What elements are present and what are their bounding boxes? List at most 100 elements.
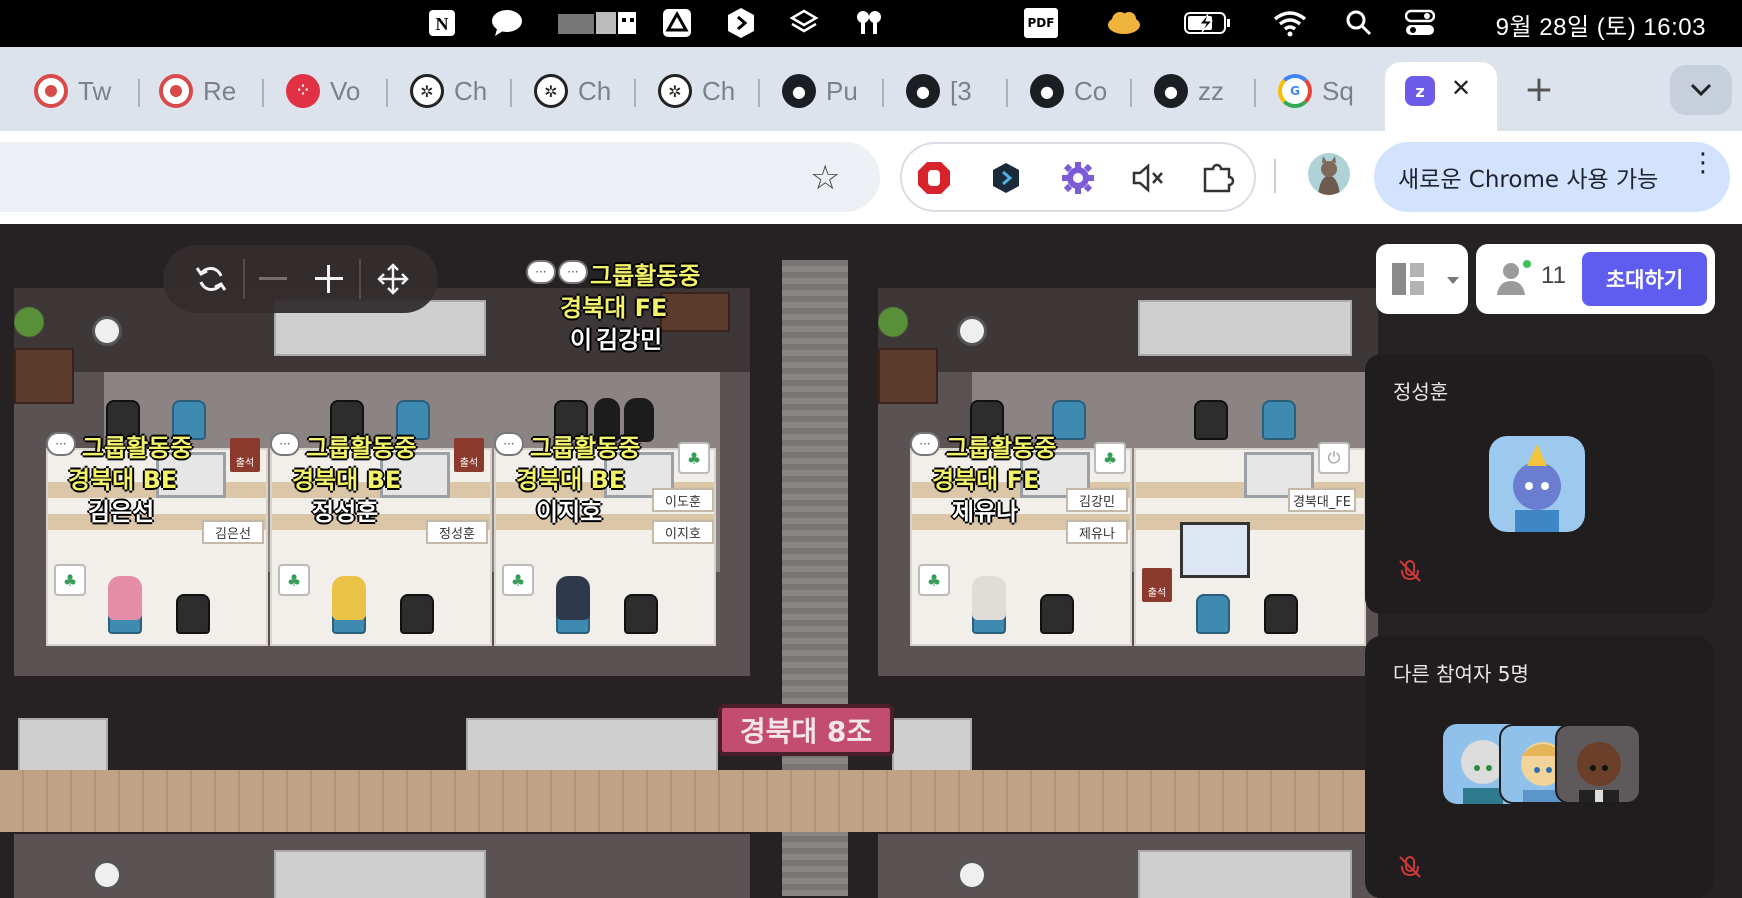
nameplate: 이지호 <box>652 520 714 544</box>
wooden-hallway <box>0 770 1366 832</box>
google-drive-icon[interactable] <box>660 6 694 40</box>
close-tab-icon[interactable]: ✕ <box>1451 74 1471 102</box>
user-status-label: 그룹활동중 <box>82 434 193 462</box>
tab-6[interactable]: ✲ Ch <box>654 65 744 117</box>
command-ext-icon[interactable] <box>986 158 1026 198</box>
user-status-label: 그룹활동중 <box>530 434 641 462</box>
address-bar[interactable]: ☆ <box>0 142 880 212</box>
openai-icon: ✲ <box>658 74 692 108</box>
github-icon: ● <box>906 74 940 108</box>
avatar-lee-jiho[interactable] <box>556 576 590 620</box>
invite-button[interactable]: 초대하기 <box>1582 252 1707 306</box>
puzzle-icon[interactable] <box>1198 158 1238 198</box>
move-icon[interactable] <box>371 257 415 301</box>
plant-icon <box>878 306 908 346</box>
tab-title: Ch <box>454 75 488 106</box>
layers-icon[interactable] <box>787 6 821 40</box>
battery-charging-icon[interactable] <box>1184 6 1232 40</box>
new-tab-button[interactable]: + <box>1520 69 1558 110</box>
command-app-icon[interactable] <box>724 6 758 40</box>
tab-separator <box>138 79 140 107</box>
chat-bubble-icon[interactable] <box>490 6 524 40</box>
attendance-badge[interactable]: 출석 <box>1142 568 1172 602</box>
active-tab[interactable]: z ✕ <box>1385 62 1497 131</box>
tab-7[interactable]: ● Pu <box>778 65 868 117</box>
participants-button[interactable]: 11 초대하기 <box>1476 244 1715 314</box>
user-team-label: 경북대 BE <box>516 466 626 494</box>
nameplate: 김은선 <box>202 520 264 544</box>
attendance-badge[interactable]: 출석 <box>454 438 484 472</box>
tab-title: Co <box>1074 75 1108 106</box>
update-label: 새로운 Chrome 사용 가능 <box>1398 167 1659 193</box>
user-team-label: 경북대 FE <box>932 466 1040 494</box>
gear-ext-icon[interactable] <box>1058 158 1098 198</box>
control-center-icon[interactable] <box>1404 6 1436 40</box>
attendance-badge[interactable]: 출석 <box>230 438 260 472</box>
tab-separator <box>1006 79 1008 107</box>
tab-5[interactable]: ✲ Ch <box>530 65 620 117</box>
bookmark-star-icon[interactable]: ☆ <box>810 158 840 198</box>
nameplate: 이도훈 <box>652 488 714 512</box>
office-chair <box>1194 400 1228 440</box>
metaverse-map[interactable]: 경북대 8조 김은선 정성훈 이도훈 이지호 김강민 제유나 경북대_FE 출석… <box>0 224 1742 898</box>
others-label: 다른 참여자 5명 <box>1393 662 1529 686</box>
wall-clock-icon <box>957 860 987 890</box>
tab-separator <box>386 79 388 107</box>
browser-toolbar: ☆ 새로운 Chrome 사용 가능 ⋮ <box>0 131 1742 224</box>
menubar-clock[interactable]: 9월 28일 (토) 16:03 <box>1496 7 1706 42</box>
notion-icon[interactable]: N <box>425 6 459 40</box>
google-icon: G <box>1278 74 1312 108</box>
layout-grid-icon <box>1392 263 1424 295</box>
airpods-icon[interactable] <box>852 6 886 40</box>
cloud-icon[interactable] <box>1106 6 1142 40</box>
user-name-label-prefix: 이 <box>570 326 593 354</box>
monitor-icon <box>1180 522 1250 578</box>
tab-separator <box>1130 79 1132 107</box>
tab-3[interactable]: ⁘ Vo <box>282 65 372 117</box>
participant-avatar[interactable] <box>1555 724 1641 804</box>
tab-title: Pu <box>826 75 858 106</box>
profile-avatar[interactable] <box>1308 153 1350 195</box>
twilio-icon: ⁘ <box>286 74 320 108</box>
tab-separator <box>758 79 760 107</box>
avatar-kim-eunseon[interactable] <box>108 576 142 620</box>
tab-2[interactable]: Re <box>155 65 245 117</box>
search-icon[interactable] <box>1344 6 1374 40</box>
chat-bubble-icon: ··· <box>910 432 940 456</box>
group-badge-icon: ♣ <box>502 564 534 596</box>
adblock-icon[interactable] <box>914 158 954 198</box>
wall-clock-icon <box>92 316 122 346</box>
plant-icon <box>14 306 44 346</box>
wall-clock-icon <box>957 316 987 346</box>
tab-search-button[interactable] <box>1670 65 1732 115</box>
avatar-jung-sunghoon[interactable] <box>332 576 366 620</box>
avatar-je-yuna[interactable] <box>972 576 1006 620</box>
participant-count: 11 <box>1541 262 1566 289</box>
tab-4[interactable]: ✲ Ch <box>406 65 496 117</box>
pdf-icon[interactable]: PDF <box>1024 6 1058 40</box>
user-name-label: 정성훈 <box>312 498 379 526</box>
mac-menubar: N PDF 9월 28일 (토) 16:03 <box>0 0 1742 47</box>
speaker-avatar[interactable] <box>1489 436 1585 532</box>
wall-window <box>1138 850 1352 898</box>
tab-1[interactable]: Tw <box>30 65 120 117</box>
tab-11[interactable]: G Sq <box>1274 65 1364 117</box>
tab-10[interactable]: ● zz <box>1150 65 1240 117</box>
chrome-update-button[interactable]: 새로운 Chrome 사용 가능 ⋮ <box>1374 142 1730 212</box>
refresh-icon[interactable] <box>189 257 233 301</box>
openai-icon: ✲ <box>534 74 568 108</box>
mute-icon[interactable] <box>1128 158 1168 198</box>
tab-9[interactable]: ● Co <box>1026 65 1116 117</box>
more-menu-icon[interactable]: ⋮ <box>1690 150 1716 176</box>
zoom-in-icon[interactable] <box>307 257 351 301</box>
tab-8[interactable]: ● [3 <box>902 65 992 117</box>
wifi-icon[interactable] <box>1272 6 1308 40</box>
pdf-label: PDF <box>1024 8 1058 38</box>
nameplate: 김강민 <box>1066 488 1128 512</box>
layout-toggle-button[interactable] <box>1376 244 1468 314</box>
pixel-app-icon[interactable] <box>558 6 638 40</box>
office-room-lower-left <box>14 834 750 898</box>
zoom-out-icon[interactable] <box>251 257 295 301</box>
people-icon <box>1497 260 1531 295</box>
wall-window <box>18 718 108 774</box>
